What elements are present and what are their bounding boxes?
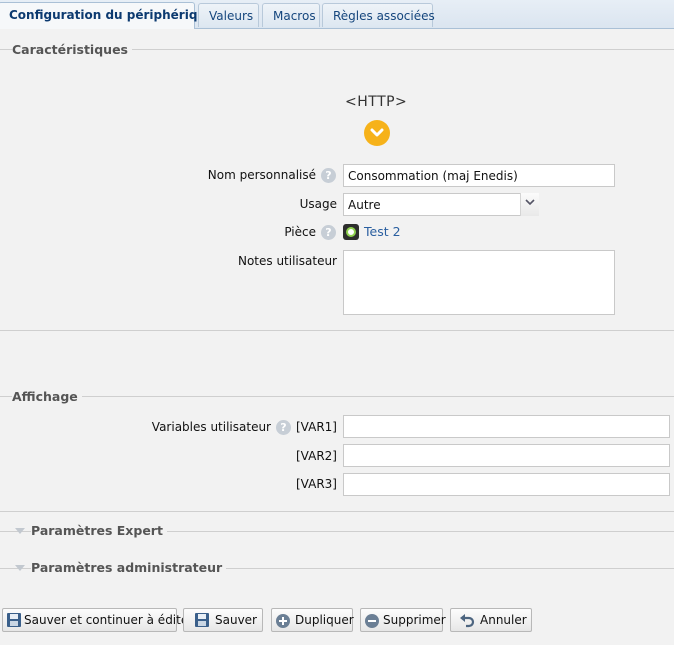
tab-valeurs[interactable]: Valeurs (198, 3, 259, 27)
chevron-down-icon (370, 128, 384, 137)
floppy-disk-icon (7, 613, 21, 627)
expert-settings-toggle[interactable]: Paramètres Expert (31, 523, 167, 538)
duplicate-button[interactable]: Dupliquer (271, 608, 354, 632)
section-divider (0, 396, 674, 397)
usage-label: Usage (299, 197, 337, 211)
help-icon[interactable]: ? (321, 168, 336, 183)
var2-field[interactable] (343, 444, 670, 467)
name-field[interactable]: Consommation (maj Enedis) (343, 164, 615, 187)
delete-button[interactable]: Supprimer (360, 608, 446, 632)
var3-label: [VAR3] (296, 477, 337, 491)
chevron-down-icon (525, 199, 535, 206)
help-icon[interactable]: ? (321, 225, 336, 240)
name-label: Nom personnalisé (207, 168, 316, 182)
usage-dropdown-button[interactable] (520, 193, 539, 216)
notes-textarea[interactable] (343, 250, 615, 315)
expand-device-icon[interactable] (364, 120, 390, 146)
expand-triangle-icon[interactable] (15, 528, 25, 534)
var1-label: [VAR1] (296, 420, 337, 434)
var3-field[interactable] (343, 473, 670, 496)
plus-circle-icon (276, 614, 290, 628)
save-and-continue-button[interactable]: Sauver et continuer à éditer (2, 608, 193, 632)
tab-bar: Configuration du périphérique Valeurs Ma… (0, 0, 674, 29)
minus-circle-icon (365, 614, 379, 628)
notes-label: Notes utilisateur (237, 254, 337, 268)
cancel-label: Annuler (480, 613, 527, 627)
duplicate-label: Dupliquer (295, 613, 354, 627)
characteristics-legend: Caractéristiques (12, 42, 132, 57)
usage-select[interactable]: Autre (343, 193, 539, 216)
admin-settings-toggle[interactable]: Paramètres administrateur (31, 560, 227, 575)
save-button[interactable]: Sauver (183, 608, 263, 632)
room-link[interactable]: Test 2 (364, 224, 401, 239)
help-icon[interactable]: ? (276, 420, 291, 435)
floppy-disk-icon (195, 613, 209, 627)
delete-label: Supprimer (383, 613, 446, 627)
var2-label: [VAR2] (296, 449, 337, 463)
tab-regles-associees[interactable]: Règles associées (322, 3, 435, 27)
section-divider (0, 511, 674, 512)
save-and-continue-label: Sauver et continuer à éditer (24, 613, 194, 627)
usage-selected-value: Autre (348, 198, 381, 212)
tab-configuration[interactable]: Configuration du périphérique (0, 2, 214, 29)
user-variables-label: Variables utilisateur (151, 420, 271, 434)
undo-arrow-icon (460, 614, 475, 628)
cancel-button[interactable]: Annuler (450, 608, 532, 632)
device-type-title: <HTTP> (345, 94, 408, 110)
var1-field[interactable] (343, 415, 670, 438)
display-legend: Affichage (12, 389, 82, 404)
save-label: Sauver (215, 613, 257, 627)
room-icon (343, 224, 359, 240)
room-label: Pièce (284, 225, 316, 239)
section-divider (0, 330, 674, 331)
tab-macros[interactable]: Macros (262, 3, 320, 27)
expand-triangle-icon[interactable] (15, 565, 25, 571)
